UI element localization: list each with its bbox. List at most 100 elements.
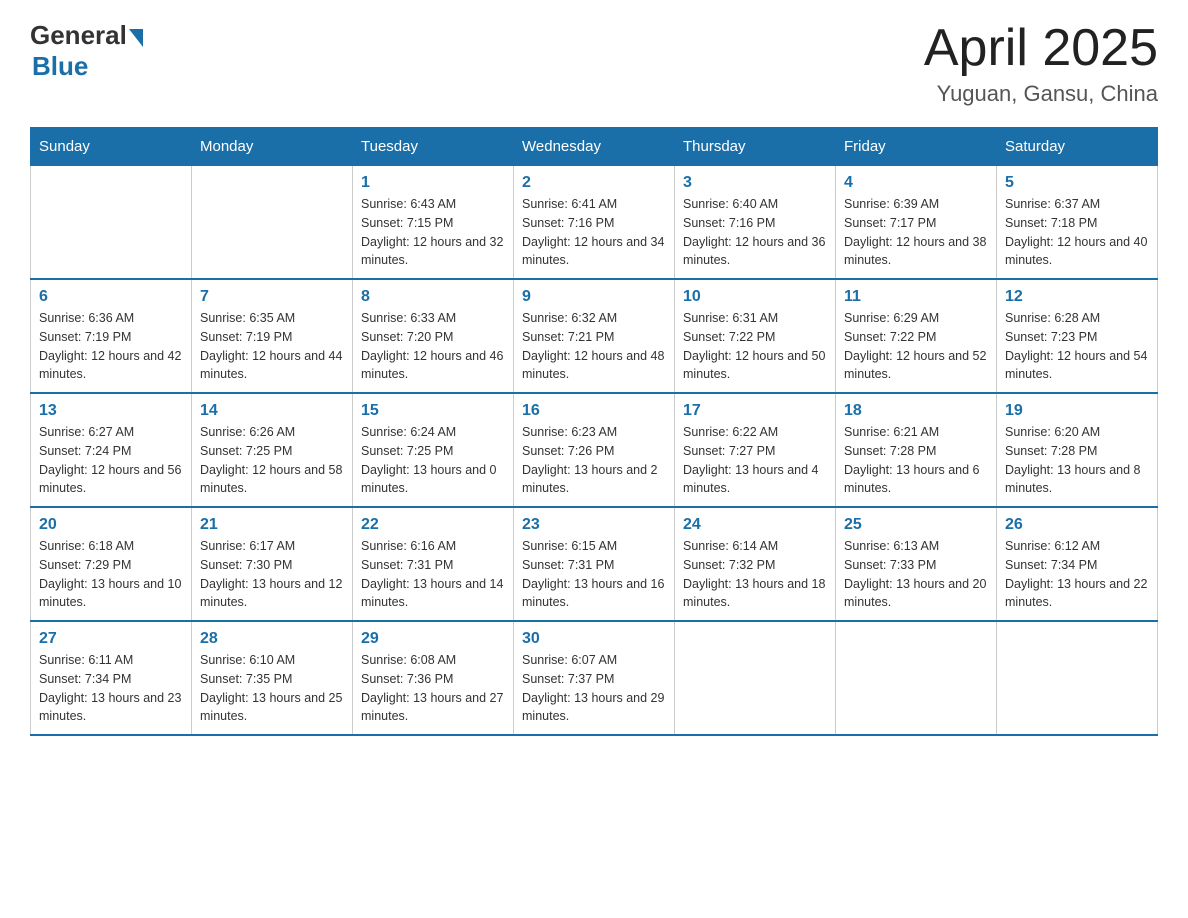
calendar-week-row: 20 Sunrise: 6:18 AMSunset: 7:29 PMDayligh… <box>31 507 1158 621</box>
day-number: 20 <box>39 516 183 534</box>
logo-blue-text: Blue <box>32 51 143 82</box>
calendar-cell: 15Sunrise: 6:24 AMSunset: 7:25 PMDayligh… <box>353 393 514 507</box>
day-number: 25 <box>844 516 988 534</box>
calendar-cell: 12 Sunrise: 6:28 AMSunset: 7:23 PMDayligh… <box>997 279 1158 393</box>
calendar-cell: 10 Sunrise: 6:31 AMSunset: 7:22 PMDayligh… <box>675 279 836 393</box>
day-sun-info: Sunrise: 6:35 AMSunset: 7:19 PMDaylight:… <box>200 309 344 384</box>
calendar-cell: 14 Sunrise: 6:26 AMSunset: 7:25 PMDayligh… <box>192 393 353 507</box>
calendar-cell: 26 Sunrise: 6:12 AMSunset: 7:34 PMDayligh… <box>997 507 1158 621</box>
day-number: 15 <box>361 402 505 420</box>
calendar-cell: 4Sunrise: 6:39 AMSunset: 7:17 PMDaylight… <box>836 166 997 280</box>
day-sun-info: Sunrise: 6:22 AMSunset: 7:27 PMDaylight:… <box>683 423 827 498</box>
calendar-cell: 29 Sunrise: 6:08 AMSunset: 7:36 PMDayligh… <box>353 621 514 735</box>
calendar-week-row: 13 Sunrise: 6:27 AMSunset: 7:24 PMDayligh… <box>31 393 1158 507</box>
day-sun-info: Sunrise: 6:17 AMSunset: 7:30 PMDaylight:… <box>200 537 344 612</box>
day-number: 5 <box>1005 174 1149 192</box>
day-number: 1 <box>361 174 505 192</box>
day-number: 9 <box>522 288 666 306</box>
day-number: 28 <box>200 630 344 648</box>
day-number: 24 <box>683 516 827 534</box>
day-number: 11 <box>844 288 988 306</box>
day-sun-info: Sunrise: 6:20 AMSunset: 7:28 PMDaylight:… <box>1005 423 1149 498</box>
day-number: 22 <box>361 516 505 534</box>
day-number: 12 <box>1005 288 1149 306</box>
day-of-week-header: Sunday <box>31 128 192 166</box>
day-number: 21 <box>200 516 344 534</box>
day-sun-info: Sunrise: 6:28 AMSunset: 7:23 PMDaylight:… <box>1005 309 1149 384</box>
day-number: 6 <box>39 288 183 306</box>
day-sun-info: Sunrise: 6:43 AMSunset: 7:15 PMDaylight:… <box>361 195 505 270</box>
calendar-cell <box>192 166 353 280</box>
calendar-cell: 21 Sunrise: 6:17 AMSunset: 7:30 PMDayligh… <box>192 507 353 621</box>
day-of-week-header: Saturday <box>997 128 1158 166</box>
calendar-cell <box>675 621 836 735</box>
logo-triangle-icon <box>129 29 143 47</box>
calendar-cell: 7 Sunrise: 6:35 AMSunset: 7:19 PMDaylight… <box>192 279 353 393</box>
calendar-header-row: SundayMondayTuesdayWednesdayThursdayFrid… <box>31 128 1158 166</box>
day-number: 27 <box>39 630 183 648</box>
day-sun-info: Sunrise: 6:18 AMSunset: 7:29 PMDaylight:… <box>39 537 183 612</box>
day-number: 23 <box>522 516 666 534</box>
calendar-cell: 13 Sunrise: 6:27 AMSunset: 7:24 PMDayligh… <box>31 393 192 507</box>
day-sun-info: Sunrise: 6:39 AMSunset: 7:17 PMDaylight:… <box>844 195 988 270</box>
calendar-cell: 11Sunrise: 6:29 AMSunset: 7:22 PMDayligh… <box>836 279 997 393</box>
day-of-week-header: Friday <box>836 128 997 166</box>
day-sun-info: Sunrise: 6:31 AMSunset: 7:22 PMDaylight:… <box>683 309 827 384</box>
day-number: 3 <box>683 174 827 192</box>
day-number: 7 <box>200 288 344 306</box>
logo: General Blue <box>30 20 143 82</box>
calendar-week-row: 27 Sunrise: 6:11 AMSunset: 7:34 PMDayligh… <box>31 621 1158 735</box>
day-number: 13 <box>39 402 183 420</box>
calendar-cell: 16 Sunrise: 6:23 AMSunset: 7:26 PMDayligh… <box>514 393 675 507</box>
calendar-cell: 18Sunrise: 6:21 AMSunset: 7:28 PMDayligh… <box>836 393 997 507</box>
day-number: 2 <box>522 174 666 192</box>
day-number: 29 <box>361 630 505 648</box>
calendar-cell: 24 Sunrise: 6:14 AMSunset: 7:32 PMDayligh… <box>675 507 836 621</box>
calendar-cell: 9 Sunrise: 6:32 AMSunset: 7:21 PMDaylight… <box>514 279 675 393</box>
day-number: 14 <box>200 402 344 420</box>
day-sun-info: Sunrise: 6:12 AMSunset: 7:34 PMDaylight:… <box>1005 537 1149 612</box>
day-of-week-header: Thursday <box>675 128 836 166</box>
day-of-week-header: Tuesday <box>353 128 514 166</box>
calendar-cell: 27 Sunrise: 6:11 AMSunset: 7:34 PMDayligh… <box>31 621 192 735</box>
calendar-table: SundayMondayTuesdayWednesdayThursdayFrid… <box>30 127 1158 736</box>
day-sun-info: Sunrise: 6:11 AMSunset: 7:34 PMDaylight:… <box>39 651 183 726</box>
calendar-cell: 19 Sunrise: 6:20 AMSunset: 7:28 PMDayligh… <box>997 393 1158 507</box>
calendar-cell: 30Sunrise: 6:07 AMSunset: 7:37 PMDayligh… <box>514 621 675 735</box>
calendar-cell: 6Sunrise: 6:36 AMSunset: 7:19 PMDaylight… <box>31 279 192 393</box>
calendar-cell: 17 Sunrise: 6:22 AMSunset: 7:27 PMDayligh… <box>675 393 836 507</box>
day-sun-info: Sunrise: 6:23 AMSunset: 7:26 PMDaylight:… <box>522 423 666 498</box>
day-number: 16 <box>522 402 666 420</box>
day-sun-info: Sunrise: 6:26 AMSunset: 7:25 PMDaylight:… <box>200 423 344 498</box>
day-number: 19 <box>1005 402 1149 420</box>
day-sun-info: Sunrise: 6:40 AMSunset: 7:16 PMDaylight:… <box>683 195 827 270</box>
day-sun-info: Sunrise: 6:37 AMSunset: 7:18 PMDaylight:… <box>1005 195 1149 270</box>
day-sun-info: Sunrise: 6:13 AMSunset: 7:33 PMDaylight:… <box>844 537 988 612</box>
logo-general-text: General <box>30 20 127 51</box>
day-number: 30 <box>522 630 666 648</box>
day-sun-info: Sunrise: 6:08 AMSunset: 7:36 PMDaylight:… <box>361 651 505 726</box>
month-title: April 2025 <box>924 20 1158 77</box>
day-sun-info: Sunrise: 6:27 AMSunset: 7:24 PMDaylight:… <box>39 423 183 498</box>
page-header: General Blue April 2025 Yuguan, Gansu, C… <box>30 20 1158 107</box>
calendar-cell: 8 Sunrise: 6:33 AMSunset: 7:20 PMDaylight… <box>353 279 514 393</box>
calendar-cell <box>31 166 192 280</box>
day-sun-info: Sunrise: 6:10 AMSunset: 7:35 PMDaylight:… <box>200 651 344 726</box>
calendar-week-row: 1 Sunrise: 6:43 AMSunset: 7:15 PMDaylight… <box>31 166 1158 280</box>
calendar-cell <box>836 621 997 735</box>
day-sun-info: Sunrise: 6:15 AMSunset: 7:31 PMDaylight:… <box>522 537 666 612</box>
day-sun-info: Sunrise: 6:14 AMSunset: 7:32 PMDaylight:… <box>683 537 827 612</box>
day-sun-info: Sunrise: 6:32 AMSunset: 7:21 PMDaylight:… <box>522 309 666 384</box>
day-sun-info: Sunrise: 6:33 AMSunset: 7:20 PMDaylight:… <box>361 309 505 384</box>
day-number: 8 <box>361 288 505 306</box>
calendar-cell: 20 Sunrise: 6:18 AMSunset: 7:29 PMDayligh… <box>31 507 192 621</box>
calendar-cell: 1 Sunrise: 6:43 AMSunset: 7:15 PMDaylight… <box>353 166 514 280</box>
calendar-cell: 23 Sunrise: 6:15 AMSunset: 7:31 PMDayligh… <box>514 507 675 621</box>
day-number: 10 <box>683 288 827 306</box>
calendar-cell: 25 Sunrise: 6:13 AMSunset: 7:33 PMDayligh… <box>836 507 997 621</box>
day-number: 26 <box>1005 516 1149 534</box>
title-block: April 2025 Yuguan, Gansu, China <box>924 20 1158 107</box>
day-number: 18 <box>844 402 988 420</box>
day-sun-info: Sunrise: 6:41 AMSunset: 7:16 PMDaylight:… <box>522 195 666 270</box>
day-number: 17 <box>683 402 827 420</box>
